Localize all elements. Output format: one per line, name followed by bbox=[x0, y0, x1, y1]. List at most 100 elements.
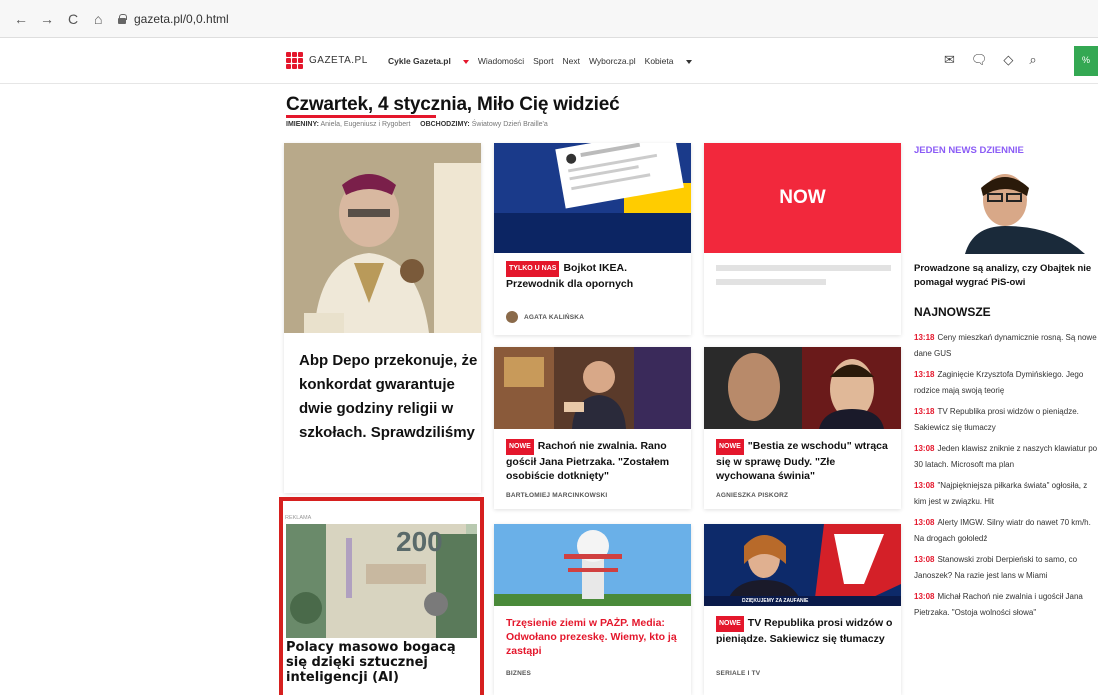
sidebar-header: JEDEN NEWS DZIENNIE bbox=[914, 145, 1024, 156]
url-text: gazeta.pl/0,0.html bbox=[134, 12, 229, 26]
list-item[interactable]: 13:18 Ceny mieszkań dynamicznie rosną. Są… bbox=[914, 330, 1098, 367]
article-image bbox=[704, 347, 901, 429]
article-author[interactable]: BARTŁOMIEJ MARCINKOWSKI bbox=[506, 492, 607, 499]
article-card-bestia[interactable]: NOWE "Bestia ze wschodu" wtrąca się w spr… bbox=[704, 347, 901, 509]
address-bar[interactable]: gazeta.pl/0,0.html bbox=[118, 8, 1018, 30]
article-title[interactable]: Trzęsienie ziemi w PAŻP. Media: Odwołano… bbox=[506, 616, 684, 658]
menu-item-cykle[interactable]: Cykle Gazeta.pl bbox=[388, 56, 469, 66]
browser-toolbar: ← → C ⌂ gazeta.pl/0,0.html bbox=[0, 0, 1098, 38]
mail-icon[interactable]: ✉ bbox=[944, 52, 955, 68]
chevron-down-icon bbox=[685, 59, 692, 64]
loading-placeholder bbox=[716, 265, 891, 271]
news-text: Zaginięcie Krzysztofa Dymińskiego. Jego … bbox=[914, 370, 1084, 395]
menu-item-next[interactable]: Next bbox=[562, 56, 579, 66]
latest-news-list: 13:18 Ceny mieszkań dynamicznie rosną. Są… bbox=[914, 330, 1098, 626]
article-card-pazp[interactable]: Trzęsienie ziemi w PAŻP. Media: Odwołano… bbox=[494, 524, 691, 695]
banknote-value: 200 bbox=[396, 526, 443, 557]
article-card-rachon[interactable]: NOWE Rachoń nie zwalnia. Rano gościł Jana… bbox=[494, 347, 691, 509]
article-category[interactable]: BIZNES bbox=[506, 670, 531, 677]
namedays-label: IMIENINY: bbox=[286, 121, 319, 128]
menu-item-wiadomosci[interactable]: Wiadomości bbox=[478, 56, 524, 66]
logo-dots-icon bbox=[286, 52, 303, 69]
green-action-button[interactable]: % bbox=[1074, 46, 1098, 76]
article-category[interactable]: SERIALE I TV bbox=[716, 670, 760, 677]
chevron-down-icon bbox=[462, 59, 469, 64]
reload-icon[interactable]: C bbox=[68, 11, 78, 27]
namedays-value: Aniela, Eugeniusz i Rygobert bbox=[320, 121, 411, 128]
main-menu: Cykle Gazeta.pl Wiadomości Sport Next Wy… bbox=[388, 56, 701, 66]
list-item[interactable]: 13:08 Stanowski zrobi Derpieński to samo,… bbox=[914, 552, 1098, 589]
gazeta-logo[interactable]: GAZETA.PL bbox=[286, 52, 368, 69]
article-image bbox=[494, 347, 691, 429]
logo-text: GAZETA.PL bbox=[309, 55, 368, 66]
news-text: Jeden klawisz zniknie z naszych klawiatu… bbox=[914, 444, 1098, 469]
article-image bbox=[494, 143, 691, 253]
menu-item-kobieta[interactable]: Kobieta bbox=[645, 56, 692, 66]
article-title[interactable]: TYLKO U NAS Bojkot IKEA. Przewodnik dla o… bbox=[506, 261, 681, 291]
news-time: 13:08 bbox=[914, 481, 935, 490]
latest-header: NAJNOWSZE bbox=[914, 305, 991, 319]
list-item[interactable]: 13:08 Alerty IMGW. Silny wiatr do nawet 7… bbox=[914, 515, 1098, 552]
article-title[interactable]: Abp Depo przekonuje, że konkordat gwaran… bbox=[299, 349, 479, 445]
main-article-card[interactable]: Abp Depo przekonuje, że konkordat gwaran… bbox=[284, 143, 481, 493]
article-author[interactable]: AGNIESZKA PISKORZ bbox=[716, 492, 788, 499]
ad-title[interactable]: Polacy masowo bogacą się dzięki sztuczne… bbox=[286, 640, 481, 685]
sidebar-featured-image[interactable] bbox=[955, 168, 1098, 254]
article-image bbox=[284, 143, 481, 333]
article-title[interactable]: NOWE Rachoń nie zwalnia. Rano gościł Jana… bbox=[506, 439, 684, 483]
loading-placeholder bbox=[716, 279, 826, 285]
list-item[interactable]: 13:08 Michał Rachoń nie zwalnia i ugościł… bbox=[914, 589, 1098, 626]
celebrate-value: Światowy Dzień Braille'a bbox=[471, 121, 548, 128]
article-tag: NOWE bbox=[506, 439, 534, 455]
page-title: Czwartek, 4 stycznia, Miło Cię widzieć bbox=[286, 94, 620, 115]
article-tag: NOWE bbox=[716, 439, 744, 455]
news-time: 13:08 bbox=[914, 444, 935, 453]
home-icon[interactable]: ⌂ bbox=[94, 11, 102, 27]
avatar bbox=[506, 311, 518, 323]
forward-icon[interactable]: → bbox=[40, 11, 54, 27]
article-tag: TYLKO U NAS bbox=[506, 261, 560, 277]
article-card-tvrepublika[interactable]: DZIĘKUJEMY ZA ZAUFANIE NOWE TV Republika … bbox=[704, 524, 901, 695]
news-text: Ceny mieszkań dynamicznie rosną. Są nowe… bbox=[914, 333, 1097, 358]
back-icon[interactable]: ← bbox=[14, 11, 28, 27]
menu-item-sport[interactable]: Sport bbox=[533, 56, 553, 66]
article-title[interactable]: NOWE "Bestia ze wschodu" wtrąca się w spr… bbox=[716, 439, 894, 483]
ad-image[interactable]: 200 bbox=[286, 524, 477, 638]
news-text: Michał Rachoń nie zwalnia i ugościł Jana… bbox=[914, 592, 1083, 617]
chat-icon[interactable]: 🗨 bbox=[971, 52, 988, 68]
tv-banner-text: DZIĘKUJEMY ZA ZAUFANIE bbox=[742, 598, 809, 604]
news-time: 13:18 bbox=[914, 370, 935, 379]
news-time: 13:18 bbox=[914, 407, 935, 416]
search-icon[interactable]: ⌕ bbox=[1029, 52, 1036, 68]
news-time: 13:08 bbox=[914, 518, 935, 527]
menu-label: Kobieta bbox=[644, 56, 674, 66]
now-card[interactable]: NOW bbox=[704, 143, 901, 335]
tag-icon[interactable]: ◇ bbox=[1003, 52, 1013, 68]
article-title[interactable]: NOWE TV Republika prosi widzów o pieniądz… bbox=[716, 616, 894, 646]
news-time: 13:18 bbox=[914, 333, 935, 342]
news-time: 13:08 bbox=[914, 555, 935, 564]
lock-icon bbox=[118, 14, 127, 24]
article-card-ikea[interactable]: TYLKO U NAS Bojkot IKEA. Przewodnik dla o… bbox=[494, 143, 691, 335]
now-label: NOW bbox=[779, 187, 826, 208]
list-item[interactable]: 13:08 "Najpiękniejsza piłkarka świata" og… bbox=[914, 478, 1098, 515]
news-text: Stanowski zrobi Derpieński to samo, co J… bbox=[914, 555, 1078, 580]
header-icons: ✉ 🗨 ◇ ⌕ bbox=[944, 52, 1037, 68]
news-text: TV Republika prosi widzów o pieniądze. S… bbox=[914, 407, 1079, 432]
list-item[interactable]: 13:08 Jeden klawisz zniknie z naszych kla… bbox=[914, 441, 1098, 478]
article-image bbox=[494, 524, 691, 606]
list-item[interactable]: 13:18 Zaginięcie Krzysztofa Dymińskiego. … bbox=[914, 367, 1098, 404]
news-time: 13:08 bbox=[914, 592, 935, 601]
celebrate-label: OBCHODZIMY: bbox=[420, 121, 470, 128]
sidebar-featured-title[interactable]: Prowadzone są analizy, czy Obajtek nie p… bbox=[914, 262, 1098, 290]
news-text: Alerty IMGW. Silny wiatr do nawet 70 km/… bbox=[914, 518, 1091, 543]
menu-label: Cykle Gazeta.pl bbox=[388, 56, 451, 66]
news-text: "Najpiękniejsza piłkarka świata" ogłosił… bbox=[914, 481, 1088, 506]
title-underline bbox=[286, 115, 436, 118]
article-tag: NOWE bbox=[716, 616, 744, 632]
list-item[interactable]: 13:18 TV Republika prosi widzów o pieniąd… bbox=[914, 404, 1098, 441]
menu-item-wyborcza[interactable]: Wyborcza.pl bbox=[589, 56, 636, 66]
article-author[interactable]: AGATA KALIŃSKA bbox=[524, 314, 584, 321]
ad-label: REKLAMA bbox=[285, 515, 312, 521]
site-header: GAZETA.PL Cykle Gazeta.pl Wiadomości Spo… bbox=[0, 38, 1098, 84]
